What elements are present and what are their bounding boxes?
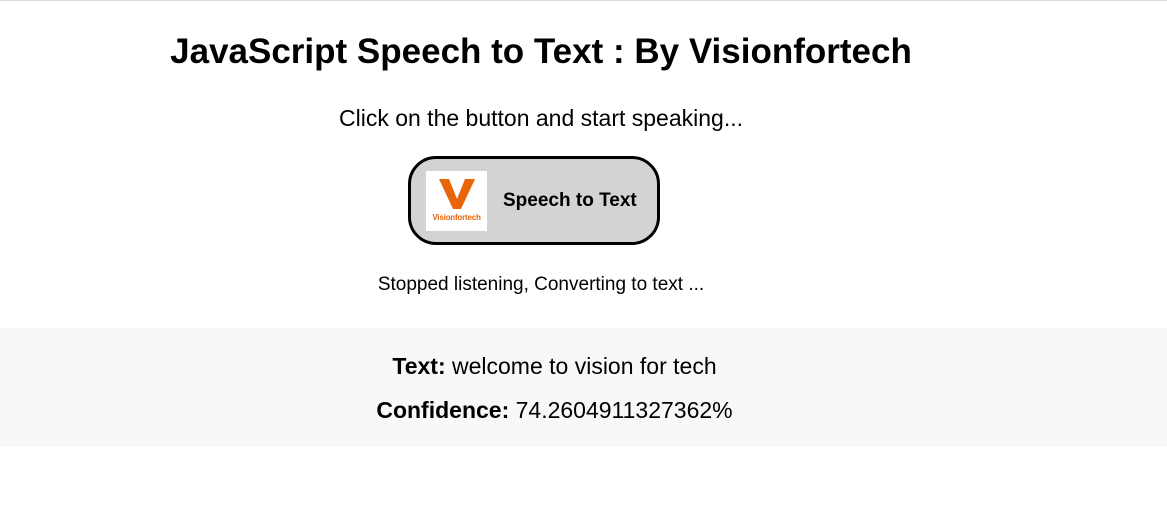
status-message: Stopped listening, Converting to text ..… — [377, 274, 705, 295]
confidence-label: Confidence: — [376, 397, 510, 423]
text-label: Text: — [392, 353, 446, 379]
visionfortech-logo-icon: Visionfortech — [426, 170, 487, 231]
top-divider — [0, 0, 1167, 1]
page-title: JavaScript Speech to Text : By Visionfor… — [170, 32, 912, 71]
confidence-value: 74.2604911327362% — [515, 397, 733, 423]
result-confidence-line: Confidence: 74.2604911327362% — [0, 396, 1109, 424]
speech-to-text-button[interactable]: Visionfortech Speech to Text — [408, 156, 660, 245]
instruction-text: Click on the button and start speaking..… — [338, 105, 744, 131]
v-letter-icon — [438, 178, 475, 209]
logo-text: Visionfortech — [432, 212, 481, 222]
result-panel: Text: welcome to vision for tech Confide… — [0, 328, 1167, 447]
speech-button-label: Speech to Text — [503, 189, 637, 211]
text-value: welcome to vision for tech — [452, 353, 717, 379]
result-text-line: Text: welcome to vision for tech — [0, 352, 1109, 380]
